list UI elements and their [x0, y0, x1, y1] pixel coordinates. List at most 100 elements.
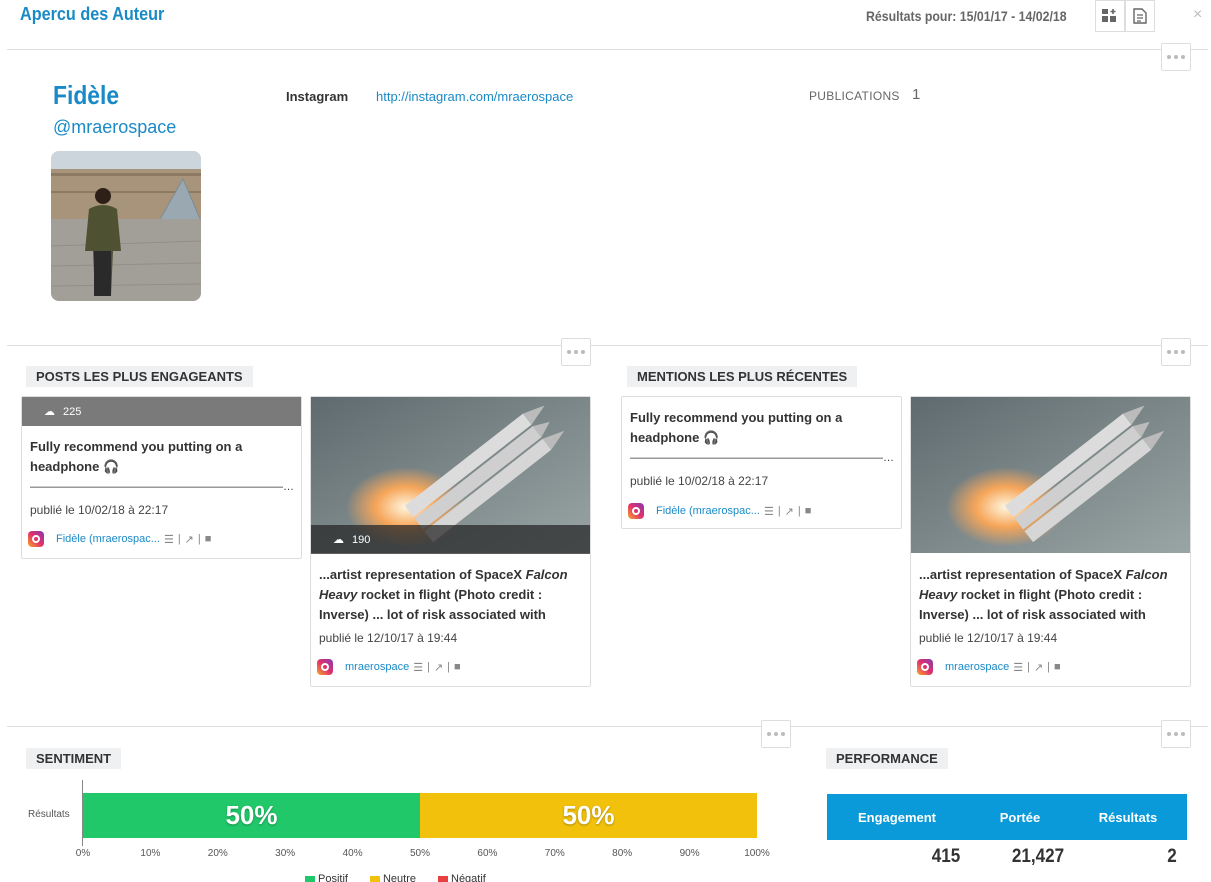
mention-text-part: ...artist representation of SpaceX	[919, 567, 1126, 582]
engagement-icon: ☁	[333, 534, 344, 546]
mention-image[interactable]	[911, 397, 1190, 553]
mentions-section-title: MENTIONS LES PLUS RÉCENTES	[627, 366, 858, 387]
perf-engagement-value: 415	[931, 846, 961, 867]
legend-neutre[interactable]: Neutre	[369, 873, 416, 882]
post-text[interactable]: ...artist representation of SpaceX Falco…	[319, 565, 582, 625]
post-text[interactable]: Fully recommend you putting on a headpho…	[30, 437, 293, 497]
author-name: Fidèle	[53, 80, 120, 110]
report-button[interactable]	[1125, 0, 1155, 32]
performance-header: Engagement Portée Résultats	[827, 794, 1187, 840]
external-link-icon[interactable]: ↗	[185, 533, 194, 546]
network-label: Instagram	[286, 89, 349, 104]
engagement-bar: ☁ 190	[311, 525, 590, 554]
engagement-icon: ☁	[44, 406, 55, 418]
translate-icon[interactable]: ☰	[413, 661, 423, 674]
divider	[7, 345, 1208, 346]
publications-label: PUBLICATIONS	[809, 89, 900, 103]
sentiment-section-title: SENTIMENT	[26, 748, 122, 769]
dashboard-add-button[interactable]	[1095, 0, 1125, 32]
mention-date: publié le 10/02/18 à 22:17	[630, 474, 769, 488]
instagram-icon	[628, 503, 644, 519]
legend-positif[interactable]: Positif	[305, 873, 348, 882]
mention-text[interactable]: Fully recommend you putting on a headpho…	[630, 408, 893, 468]
post-card[interactable]: ☁ 190 ...artist representation of SpaceX…	[310, 396, 591, 687]
mention-footer: Fidèle (mraerospac... ☰ | ↗ | ■	[628, 503, 811, 519]
post-text-part: rocket in flight (Photo credit :	[357, 587, 543, 602]
translate-icon[interactable]: ☰	[164, 533, 174, 546]
sentiment-bar-neutre[interactable]: 50%	[420, 793, 757, 838]
folder-icon[interactable]: ■	[454, 661, 461, 673]
post-author-link[interactable]: Fidèle (mraerospac...	[56, 533, 160, 545]
sentiment-bar-positif[interactable]: 50%	[83, 793, 420, 838]
mention-text-part: Heavy	[919, 587, 958, 602]
author-handle[interactable]: @mraerospace	[53, 117, 176, 138]
mention-author-link[interactable]: Fidèle (mraerospac...	[656, 505, 760, 517]
author-options-button[interactable]	[1161, 43, 1191, 71]
post-text-line: ———————————————————————…	[30, 481, 293, 493]
divider	[7, 49, 1208, 50]
instagram-icon	[28, 531, 44, 547]
external-link-icon[interactable]: ↗	[434, 661, 443, 674]
folder-icon[interactable]: ■	[205, 533, 212, 545]
network-url-link[interactable]: http://instagram.com/mraerospace	[376, 89, 573, 104]
sentiment-bar-label: 50%	[225, 800, 278, 830]
report-icon	[1133, 8, 1147, 24]
post-card[interactable]: ☁ 225 Fully recommend you putting on a h…	[21, 396, 302, 559]
axis-tick-label: 60%	[477, 848, 498, 859]
chart-category-label: Résultats	[28, 809, 70, 820]
dashboard-add-icon	[1102, 9, 1116, 22]
avatar	[51, 151, 201, 301]
axis-tick-label: 0%	[75, 848, 91, 859]
performance-options-button[interactable]	[1161, 720, 1191, 748]
engaging-options-button[interactable]	[561, 338, 591, 366]
sentiment-bar-label: 50%	[562, 800, 615, 830]
axis-tick-label: 100%	[744, 848, 770, 859]
mention-text-line: headphone 🎧	[630, 430, 720, 445]
performance-section-title: PERFORMANCE	[826, 748, 948, 769]
translate-icon[interactable]: ☰	[764, 505, 774, 518]
instagram-icon	[917, 659, 933, 675]
post-footer: mraerospace ☰ | ↗ | ■	[317, 659, 461, 675]
engaging-section-title: POSTS LES PLUS ENGAGEANTS	[26, 366, 253, 387]
mention-footer: mraerospace ☰ | ↗ | ■	[917, 659, 1061, 675]
close-icon[interactable]: ×	[1193, 6, 1202, 24]
external-link-icon[interactable]: ↗	[1034, 661, 1043, 674]
chart-legend: Positif Neutre Négatif	[305, 873, 486, 882]
axis-tick-label: 80%	[612, 848, 633, 859]
mention-card[interactable]: ...artist representation of SpaceX Falco…	[910, 396, 1191, 687]
engagement-count: 225	[63, 405, 82, 418]
post-author-link[interactable]: mraerospace	[345, 661, 409, 673]
mention-text[interactable]: ...artist representation of SpaceX Falco…	[919, 565, 1182, 625]
sentiment-options-button[interactable]	[761, 720, 791, 748]
post-text-line: headphone 🎧	[30, 459, 120, 474]
mention-text-line: Inverse) ... lot of risk associated with	[919, 607, 1146, 622]
translate-icon[interactable]: ☰	[1013, 661, 1023, 674]
mention-text-part: Falcon	[1125, 567, 1168, 582]
mention-date: publié le 12/10/17 à 19:44	[919, 631, 1058, 645]
external-link-icon[interactable]: ↗	[785, 505, 794, 518]
post-text-line: Fully recommend you putting on a	[30, 439, 243, 454]
engagement-count: 190	[352, 533, 371, 546]
perf-resultats-value: 2	[1167, 846, 1177, 867]
mentions-options-button[interactable]	[1161, 338, 1191, 366]
perf-col-engagement: Engagement	[857, 810, 937, 825]
perf-col-portee: Portée	[999, 810, 1041, 825]
mention-author-link[interactable]: mraerospace	[945, 661, 1009, 673]
post-footer: Fidèle (mraerospac... ☰ | ↗ | ■	[28, 531, 211, 547]
page-title: Apercu des Auteur	[20, 4, 165, 24]
divider	[7, 726, 1208, 727]
folder-icon[interactable]: ■	[1054, 661, 1061, 673]
mention-text-line: ———————————————————————…	[630, 452, 893, 464]
legend-negatif[interactable]: Négatif	[438, 873, 486, 882]
axis-tick-label: 50%	[409, 848, 431, 859]
axis-tick-label: 40%	[342, 848, 363, 859]
post-text-part: Heavy	[319, 587, 358, 602]
post-date: publié le 12/10/17 à 19:44	[319, 631, 458, 645]
engagement-bar: ☁ 225	[22, 397, 301, 426]
post-text-part: Falcon	[525, 567, 568, 582]
axis-tick-label: 10%	[140, 848, 161, 859]
mention-card[interactable]: Fully recommend you putting on a headpho…	[621, 396, 902, 529]
perf-col-resultats: Résultats	[1098, 810, 1158, 825]
perf-portee-value: 21,427	[1011, 846, 1065, 867]
folder-icon[interactable]: ■	[805, 505, 812, 517]
